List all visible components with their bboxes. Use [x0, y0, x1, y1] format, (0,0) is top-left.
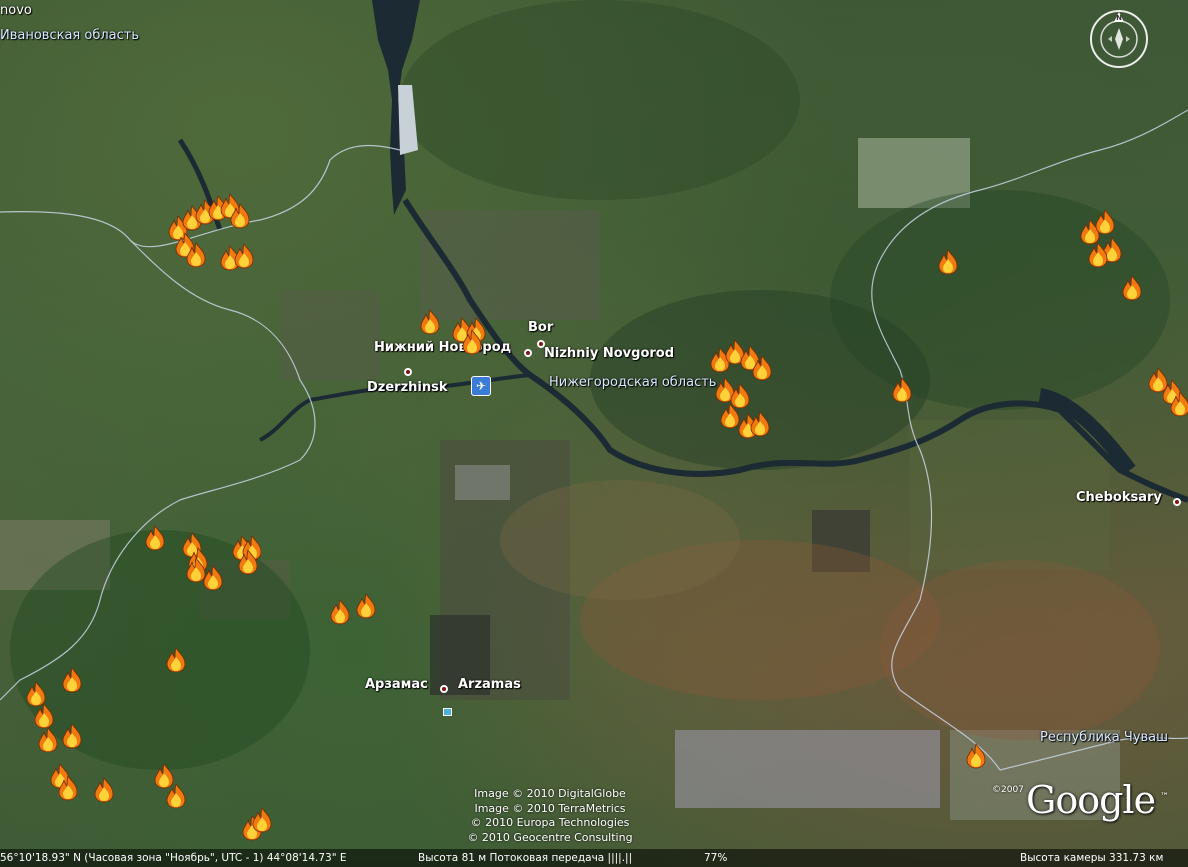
svg-text:N: N — [1116, 14, 1122, 22]
fire-icon[interactable] — [93, 777, 115, 803]
fire-icon[interactable] — [751, 355, 773, 381]
credit-line: Image © 2010 DigitalGlobe — [474, 787, 626, 800]
imagery-credits: Image © 2010 DigitalGlobe Image © 2010 T… — [455, 787, 645, 845]
city-dot-dzerzhinsk[interactable] — [404, 368, 412, 376]
label-novo-fragment: novo — [0, 3, 32, 18]
label-chuvash-region: Республика Чуваш — [1040, 730, 1169, 745]
fire-icon[interactable] — [165, 783, 187, 809]
fire-icon[interactable] — [229, 203, 251, 229]
city-dot-nizhny[interactable] — [524, 349, 532, 357]
label-cheboksary[interactable]: Cheboksary — [1076, 490, 1162, 505]
terrain-layer — [0, 0, 1188, 820]
fire-icon[interactable] — [329, 599, 351, 625]
credit-line: Image © 2010 TerraMetrics — [474, 801, 626, 815]
fire-icon[interactable] — [33, 703, 55, 729]
fire-icon[interactable] — [461, 329, 483, 355]
label-nizhny-en[interactable]: Nizhniy Novgorod — [544, 346, 674, 361]
status-bar: 56°10'18.93" N (Часовая зона "Ноябрь", U… — [0, 849, 1188, 867]
label-ivanovo-region: Ивановская область — [0, 28, 140, 43]
compass-icon[interactable]: N — [1088, 8, 1150, 70]
fire-icon[interactable] — [165, 647, 187, 673]
fire-icon[interactable] — [61, 667, 83, 693]
fire-icon[interactable] — [937, 249, 959, 275]
city-dot-arzamas[interactable] — [440, 685, 448, 693]
fire-icon[interactable] — [57, 775, 79, 801]
google-logo: Google — [1026, 778, 1156, 822]
fire-icon[interactable] — [37, 727, 59, 753]
label-arzamas-ru[interactable]: Арзамас — [365, 677, 428, 692]
logo-copyright: ©2007 — [992, 785, 1024, 795]
city-dot-cheboksary[interactable] — [1173, 498, 1181, 506]
fire-icon[interactable] — [419, 309, 441, 335]
fire-icon[interactable] — [61, 723, 83, 749]
fire-icon[interactable] — [355, 593, 377, 619]
label-arzamas-en[interactable]: Arzamas — [458, 677, 521, 692]
fire-icon[interactable] — [185, 242, 207, 268]
label-dzerzhinsk[interactable]: Dzerzhinsk — [367, 380, 448, 395]
fire-icon[interactable] — [1094, 209, 1116, 235]
airport-icon[interactable]: ✈ — [471, 376, 491, 396]
fire-icon[interactable] — [233, 243, 255, 269]
label-nizhny-region: Нижегородская область — [549, 375, 717, 390]
station-icon — [443, 708, 452, 716]
satellite-map[interactable]: novo Ивановская область Bor Нижний Новго… — [0, 0, 1188, 867]
pointer-coordinates: 56°10'18.93" N (Часовая зона "Ноябрь", U… — [0, 852, 347, 864]
fire-icon[interactable] — [1121, 275, 1143, 301]
streaming-percent: 77% — [704, 852, 728, 864]
fire-icon[interactable] — [1169, 391, 1188, 417]
pointer-altitude: Высота 81 м Потоковая передача ||||.|| — [418, 852, 633, 864]
camera-altitude: Высота камеры 331.73 км — [1020, 852, 1164, 864]
credit-line: © 2010 Europa Technologies — [470, 816, 630, 829]
fire-icon[interactable] — [1087, 242, 1109, 268]
fire-icon[interactable] — [144, 525, 166, 551]
fire-icon[interactable] — [749, 411, 771, 437]
label-bor[interactable]: Bor — [528, 320, 553, 335]
fire-icon[interactable] — [251, 807, 273, 833]
fire-icon[interactable] — [965, 743, 987, 769]
fire-icon[interactable] — [237, 549, 259, 575]
label-nizhny-ru[interactable]: Нижний Новгород — [374, 340, 511, 355]
fire-icon[interactable] — [202, 565, 224, 591]
credit-line: © 2010 Geocentre Consulting — [467, 830, 633, 844]
fire-icon[interactable] — [891, 377, 913, 403]
logo-trademark: ™ — [1160, 792, 1169, 802]
